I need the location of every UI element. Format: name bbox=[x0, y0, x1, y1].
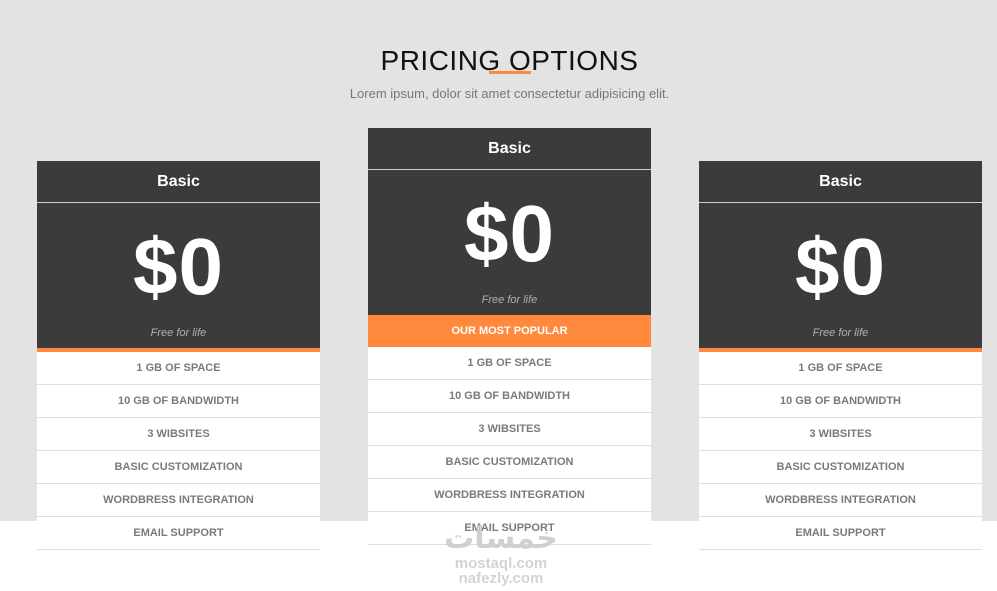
feature-list: 1 GB OF SPACE 10 GB OF BANDWIDTH 3 WIBSI… bbox=[37, 352, 320, 550]
watermark-url: nafezly.com bbox=[458, 570, 544, 587]
plan-name: Basic bbox=[37, 161, 320, 203]
feature-item: 1 GB OF SPACE bbox=[37, 352, 320, 385]
plan-price: $0 bbox=[464, 189, 555, 278]
popular-badge: OUR MOST POPULAR bbox=[368, 315, 651, 347]
plan-name: Basic bbox=[368, 128, 651, 170]
plan-price-note: Free for life bbox=[481, 294, 538, 306]
feature-item: 10 GB OF BANDWIDTH bbox=[368, 380, 651, 413]
feature-item: 3 WIBSITES bbox=[368, 413, 651, 446]
feature-item: 1 GB OF SPACE bbox=[368, 347, 651, 380]
title-underline bbox=[489, 71, 531, 74]
feature-item: BASIC CUSTOMIZATION bbox=[37, 451, 320, 484]
plan-price: $0 bbox=[133, 222, 224, 311]
plan-price: $0 bbox=[795, 222, 886, 311]
feature-list: 1 GB OF SPACE 10 GB OF BANDWIDTH 3 WIBSI… bbox=[368, 347, 651, 545]
feature-item: BASIC CUSTOMIZATION bbox=[368, 446, 651, 479]
feature-item: EMAIL SUPPORT bbox=[699, 517, 982, 550]
plan-price-note: Free for life bbox=[150, 327, 207, 339]
price-box: $0 Free for life bbox=[368, 170, 651, 315]
feature-item: 1 GB OF SPACE bbox=[699, 352, 982, 385]
feature-list: 1 GB OF SPACE 10 GB OF BANDWIDTH 3 WIBSI… bbox=[699, 352, 982, 550]
feature-item: 10 GB OF BANDWIDTH bbox=[699, 385, 982, 418]
feature-item: WORDBRESS INTEGRATION bbox=[699, 484, 982, 517]
feature-item: WORDBRESS INTEGRATION bbox=[368, 479, 651, 512]
pricing-card-featured: Basic $0 Free for life OUR MOST POPULAR … bbox=[368, 128, 651, 545]
watermark-url: mostaql.com bbox=[454, 555, 548, 572]
feature-item: WORDBRESS INTEGRATION bbox=[37, 484, 320, 517]
plan-price-note: Free for life bbox=[812, 327, 869, 339]
plan-name: Basic bbox=[699, 161, 982, 203]
feature-item: EMAIL SUPPORT bbox=[37, 517, 320, 550]
page-subtitle: Lorem ipsum, dolor sit amet consectetur … bbox=[349, 86, 670, 101]
feature-item: 3 WIBSITES bbox=[37, 418, 320, 451]
pricing-card-right: Basic $0 Free for life 1 GB OF SPACE 10 … bbox=[699, 161, 982, 550]
feature-item: 10 GB OF BANDWIDTH bbox=[37, 385, 320, 418]
watermark-logo: خمسات bbox=[444, 522, 558, 555]
price-box: $0 Free for life bbox=[699, 203, 982, 348]
pricing-card-left: Basic $0 Free for life 1 GB OF SPACE 10 … bbox=[37, 161, 320, 550]
feature-item: BASIC CUSTOMIZATION bbox=[699, 451, 982, 484]
price-box: $0 Free for life bbox=[37, 203, 320, 348]
watermark: خمسات mostaql.com nafezly.com bbox=[436, 522, 566, 588]
feature-item: 3 WIBSITES bbox=[699, 418, 982, 451]
